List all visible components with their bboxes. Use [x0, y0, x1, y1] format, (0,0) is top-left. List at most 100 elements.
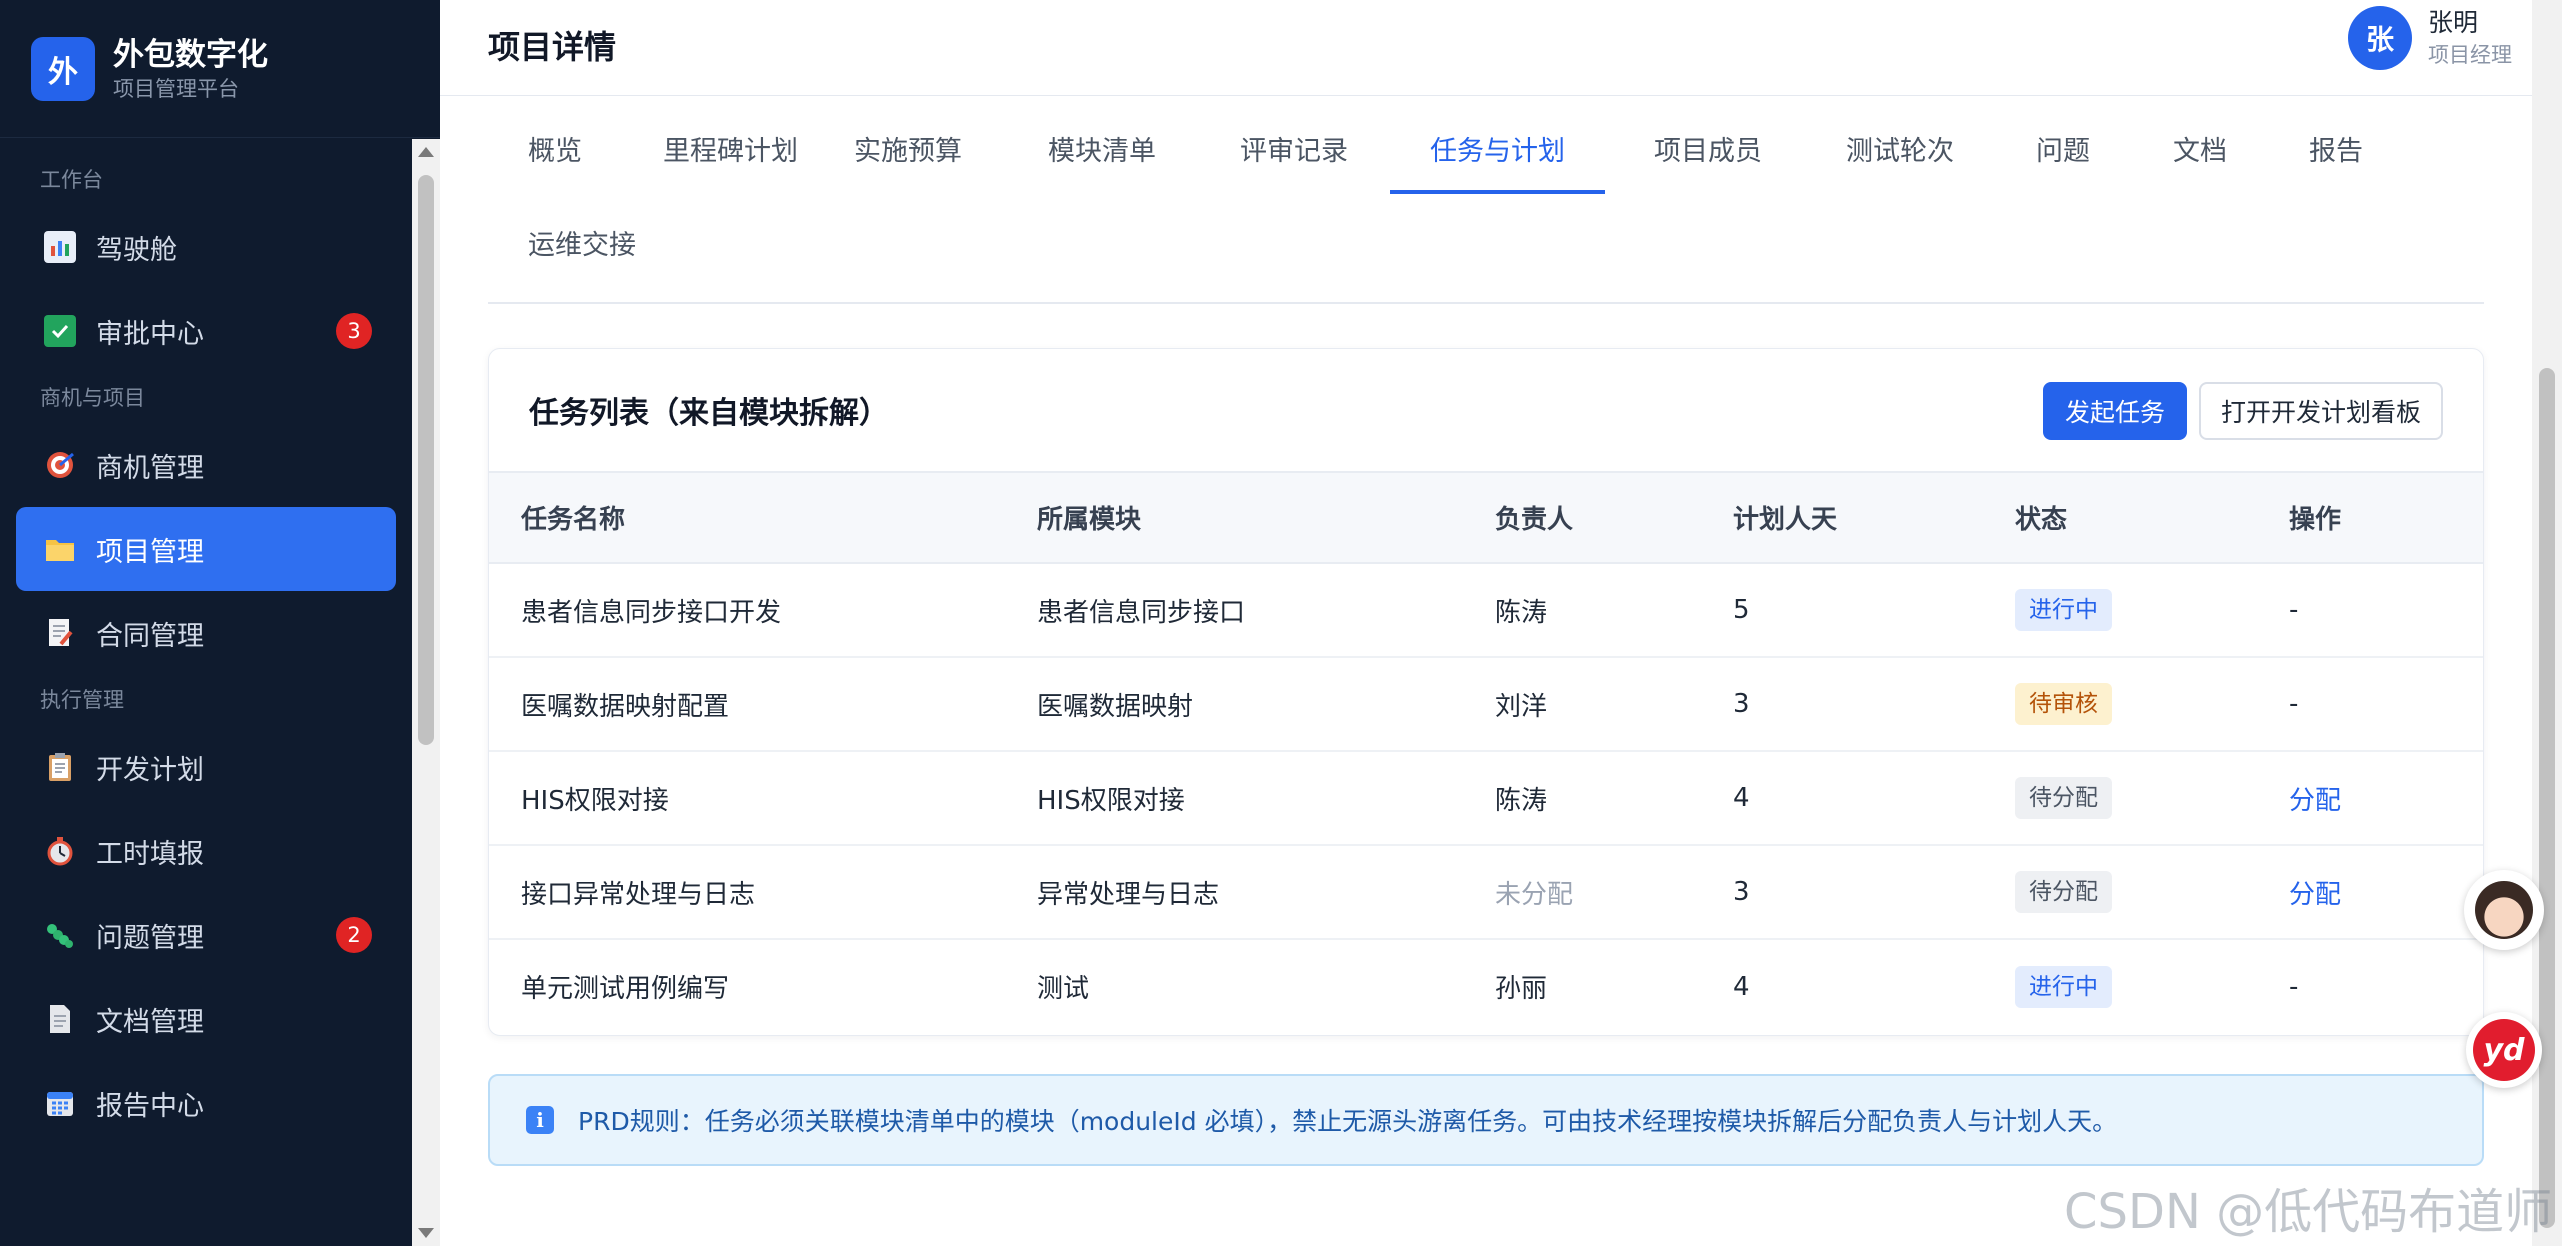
yd-float-button[interactable]: yd: [2466, 1012, 2542, 1088]
open-dev-plan-board-button[interactable]: 打开开发计划看板: [2199, 382, 2443, 440]
sidebar: 外 外包数字化 项目管理平台 工作台 驾驶舱 审批中心 3 商机与项目 商机管理…: [0, 0, 440, 1246]
sidebar-item-label: 审批中心: [96, 318, 204, 350]
approval-count-badge: 3: [336, 313, 372, 349]
tab-members[interactable]: 项目成员: [1614, 112, 1802, 192]
task-list-card: 任务列表（来自模块拆解） 发起任务 打开开发计划看板 任务名称 所属模块 负责人…: [488, 348, 2484, 1036]
module-cell: HIS权限对接: [1037, 751, 1495, 846]
sidebar-item-approval[interactable]: 审批中心 3: [16, 289, 396, 373]
task-name-cell: 单元测试用例编写: [521, 974, 730, 1004]
sidebar-item-label: 商机管理: [96, 452, 204, 484]
document-icon: [44, 1003, 76, 1035]
scroll-down-arrow-icon[interactable]: [418, 1228, 434, 1238]
table-row[interactable]: 单元测试用例编写 测试 孙丽 4 进行中 -: [489, 939, 2483, 1033]
avatar[interactable]: 张: [2348, 6, 2412, 70]
table-header-row: 任务名称 所属模块 负责人 计划人天 状态 操作: [489, 473, 2483, 564]
timer-icon: [44, 835, 76, 867]
sidebar-item-dashboard[interactable]: 驾驶舱: [16, 205, 396, 289]
sidebar-item-issues[interactable]: 问题管理 2: [16, 893, 396, 977]
tab-test-rounds[interactable]: 测试轮次: [1806, 112, 1994, 192]
nav-group-execution: 执行管理: [40, 688, 124, 712]
owner-cell: 未分配: [1495, 845, 1733, 940]
column-header-task-name: 任务名称: [489, 473, 1037, 564]
sidebar-scroll-thumb[interactable]: [418, 175, 434, 745]
sidebar-nav: 工作台 驾驶舱 审批中心 3 商机与项目 商机管理 项目管理 合同管理 执行管理…: [0, 139, 412, 1246]
dashboard-icon: [44, 231, 76, 263]
task-name-cell: 接口异常处理与日志: [489, 845, 1037, 940]
create-task-button[interactable]: 发起任务: [2043, 382, 2187, 440]
tab-ops-handover[interactable]: 运维交接: [488, 206, 676, 286]
table-row[interactable]: HIS权限对接 HIS权限对接 陈涛 4 待分配 分配: [489, 751, 2483, 846]
action-cell: -: [2289, 657, 2483, 752]
column-header-planned-days: 计划人天: [1733, 473, 2015, 564]
page-title: 项目详情: [488, 28, 617, 66]
table-row[interactable]: 医嘱数据映射配置 医嘱数据映射 刘洋 3 待审核 -: [489, 657, 2483, 752]
module-cell: 测试: [1037, 974, 1090, 1004]
folder-icon: [44, 533, 76, 565]
task-card-title: 任务列表（来自模块拆解）: [529, 396, 889, 431]
brand: 外 外包数字化 项目管理平台: [0, 0, 440, 138]
assistant-face-icon: [2475, 881, 2533, 939]
check-icon: [44, 315, 76, 347]
top-header: 项目详情 张 张明 项目经理: [440, 0, 2532, 96]
owner-cell: 孙丽: [1495, 974, 1548, 1004]
tab-budget[interactable]: 实施预算: [814, 112, 1002, 192]
main-content: 概览 里程碑计划 实施预算 模块清单 评审记录 任务与计划 项目成员 测试轮次 …: [440, 96, 2532, 1246]
main-scroll-thumb[interactable]: [2539, 368, 2555, 1228]
tab-milestones[interactable]: 里程碑计划: [623, 112, 838, 192]
status-badge: 待分配: [2015, 777, 2112, 819]
scroll-up-arrow-icon[interactable]: [418, 147, 434, 157]
sidebar-item-reports[interactable]: 报告中心: [16, 1061, 396, 1145]
assistant-avatar-button[interactable]: [2464, 870, 2544, 950]
planned-days-cell: 5: [1733, 563, 2015, 658]
sidebar-item-opportunity[interactable]: 商机管理: [16, 423, 396, 507]
issues-count-badge: 2: [336, 917, 372, 953]
sidebar-item-project[interactable]: 项目管理: [16, 507, 396, 591]
sidebar-scrollbar[interactable]: [412, 139, 440, 1246]
sidebar-item-label: 文档管理: [96, 1006, 204, 1038]
tab-tasks[interactable]: 任务与计划: [1390, 112, 1605, 194]
tab-modules[interactable]: 模块清单: [1008, 112, 1196, 192]
sidebar-item-timesheet[interactable]: 工时填报: [16, 809, 396, 893]
column-header-owner: 负责人: [1495, 473, 1733, 564]
sidebar-item-label: 项目管理: [96, 536, 204, 568]
action-cell: -: [2289, 971, 2299, 1002]
target-icon: [44, 449, 76, 481]
sidebar-item-contract[interactable]: 合同管理: [16, 591, 396, 675]
nav-group-workbench: 工作台: [40, 168, 103, 192]
sidebar-item-dev-plan[interactable]: 开发计划: [16, 725, 396, 809]
tab-reports[interactable]: 报告: [2269, 112, 2403, 192]
tab-overview[interactable]: 概览: [488, 112, 622, 192]
sidebar-item-documents[interactable]: 文档管理: [16, 977, 396, 1061]
task-table: 任务名称 所属模块 负责人 计划人天 状态 操作 患者信息同步接口开发 患者信息…: [489, 473, 2483, 1033]
assign-link[interactable]: 分配: [2289, 786, 2341, 816]
watermark: CSDN @低代码布道师: [2064, 1184, 2553, 1240]
owner-cell: 陈涛: [1495, 563, 1733, 658]
info-icon: i: [526, 1106, 554, 1134]
calendar-icon: [44, 1087, 76, 1119]
column-header-module: 所属模块: [1037, 473, 1495, 564]
planned-days-cell: 4: [1733, 751, 2015, 846]
status-badge: 进行中: [2015, 589, 2112, 631]
task-name-cell: 医嘱数据映射配置: [489, 657, 1037, 752]
table-row[interactable]: 患者信息同步接口开发 患者信息同步接口 陈涛 5 进行中 -: [489, 563, 2483, 658]
notice-text: PRD规则：任务必须关联模块清单中的模块（moduleId 必填），禁止无源头游…: [578, 1107, 2118, 1136]
user-menu[interactable]: 张 张明 项目经理: [2348, 6, 2512, 70]
column-header-status: 状态: [2015, 473, 2289, 564]
tab-docs[interactable]: 文档: [2133, 112, 2267, 192]
brand-title: 外包数字化: [113, 36, 268, 73]
tab-reviews[interactable]: 评审记录: [1200, 112, 1388, 192]
module-cell: 异常处理与日志: [1037, 845, 1495, 940]
tab-issues[interactable]: 问题: [1996, 112, 2130, 192]
planned-days-cell: 3: [1733, 845, 2015, 940]
sidebar-item-label: 合同管理: [96, 620, 204, 652]
module-cell: 患者信息同步接口: [1037, 563, 1495, 658]
assign-link[interactable]: 分配: [2289, 880, 2341, 910]
sidebar-item-label: 工时填报: [96, 838, 204, 870]
brand-subtitle: 项目管理平台: [113, 76, 239, 101]
project-tabs: 概览 里程碑计划 实施预算 模块清单 评审记录 任务与计划 项目成员 测试轮次 …: [488, 112, 2484, 304]
yd-logo-icon: yd: [2473, 1019, 2535, 1081]
table-row[interactable]: 接口异常处理与日志 异常处理与日志 未分配 3 待分配 分配: [489, 845, 2483, 940]
app-root: 外 外包数字化 项目管理平台 工作台 驾驶舱 审批中心 3 商机与项目 商机管理…: [0, 0, 2562, 1246]
nav-group-opportunity: 商机与项目: [40, 386, 145, 410]
owner-cell: 刘洋: [1495, 657, 1733, 752]
